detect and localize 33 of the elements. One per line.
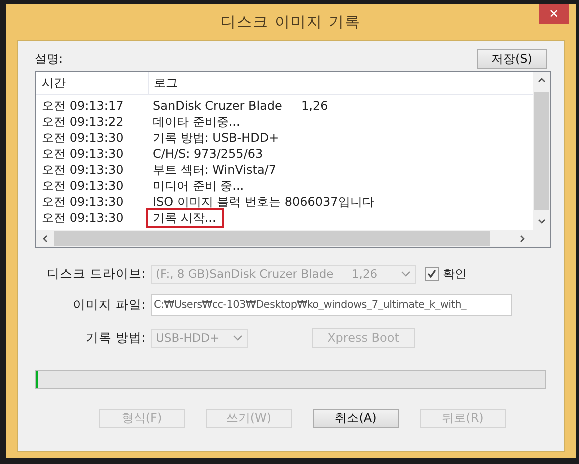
log-message: 미디어 준비 중... [152,178,244,194]
time-cell-text: 오전 09:13:17 [41,98,125,114]
time-cell-text: 오전 09:13:30 [41,130,125,146]
window-title: 디스크 이미지 기록 [221,12,361,32]
write-method-label: 기록 방법: [84,330,147,346]
log-message: 기록 방법: USB-HDD+ [152,130,280,146]
log-message: 데이타 준비중... [152,114,240,130]
image-file-label: 이미지 파일: [72,296,147,314]
time-cell-text: 오전 09:13:22 [41,114,125,130]
time-cell-text: 오전 09:13:30 [41,210,125,226]
horizontal-scrollbar[interactable] [36,230,550,247]
close-button[interactable]: ✕ [539,4,569,24]
log-message: ISO 이미지 블럭 번호는 8066037입니다 [152,194,374,210]
verify-checkbox[interactable] [425,267,439,281]
log-message: SanDisk Cruzer Blade 1,26 [152,98,328,114]
log-message: 부트 섹터: WinVista/7 [152,162,276,178]
time-cell-text: 오전 09:13:30 [41,194,125,210]
verify-label: 확인 [443,266,467,282]
disk-drive-label: 디스크 드라이브: [46,266,147,282]
vertical-scrollbar[interactable] [533,72,550,230]
log-message: 기록 시작... [148,210,222,226]
column-header[interactable]: 로그 [149,72,178,94]
description-label: 설명: [35,51,64,68]
time-cell-text: 오전 09:13:30 [41,146,125,162]
time-cell-text: 오전 09:13:30 [41,178,125,194]
dialog-button[interactable]: 취소(A) [313,409,399,428]
column-header[interactable]: 시간 [36,72,149,94]
caret-icon [233,335,243,341]
caret-icon [401,271,411,277]
image-file-field[interactable]: C:₩Users₩cc-103₩Desktop₩ko_windows_7_ultimate_k_with_ [151,294,512,316]
time-cell-text: 오전 09:13:30 [41,162,125,178]
save-button[interactable]: 저장(S) [477,49,547,69]
log-message: C/H/S: 973/255/63 [152,146,264,162]
